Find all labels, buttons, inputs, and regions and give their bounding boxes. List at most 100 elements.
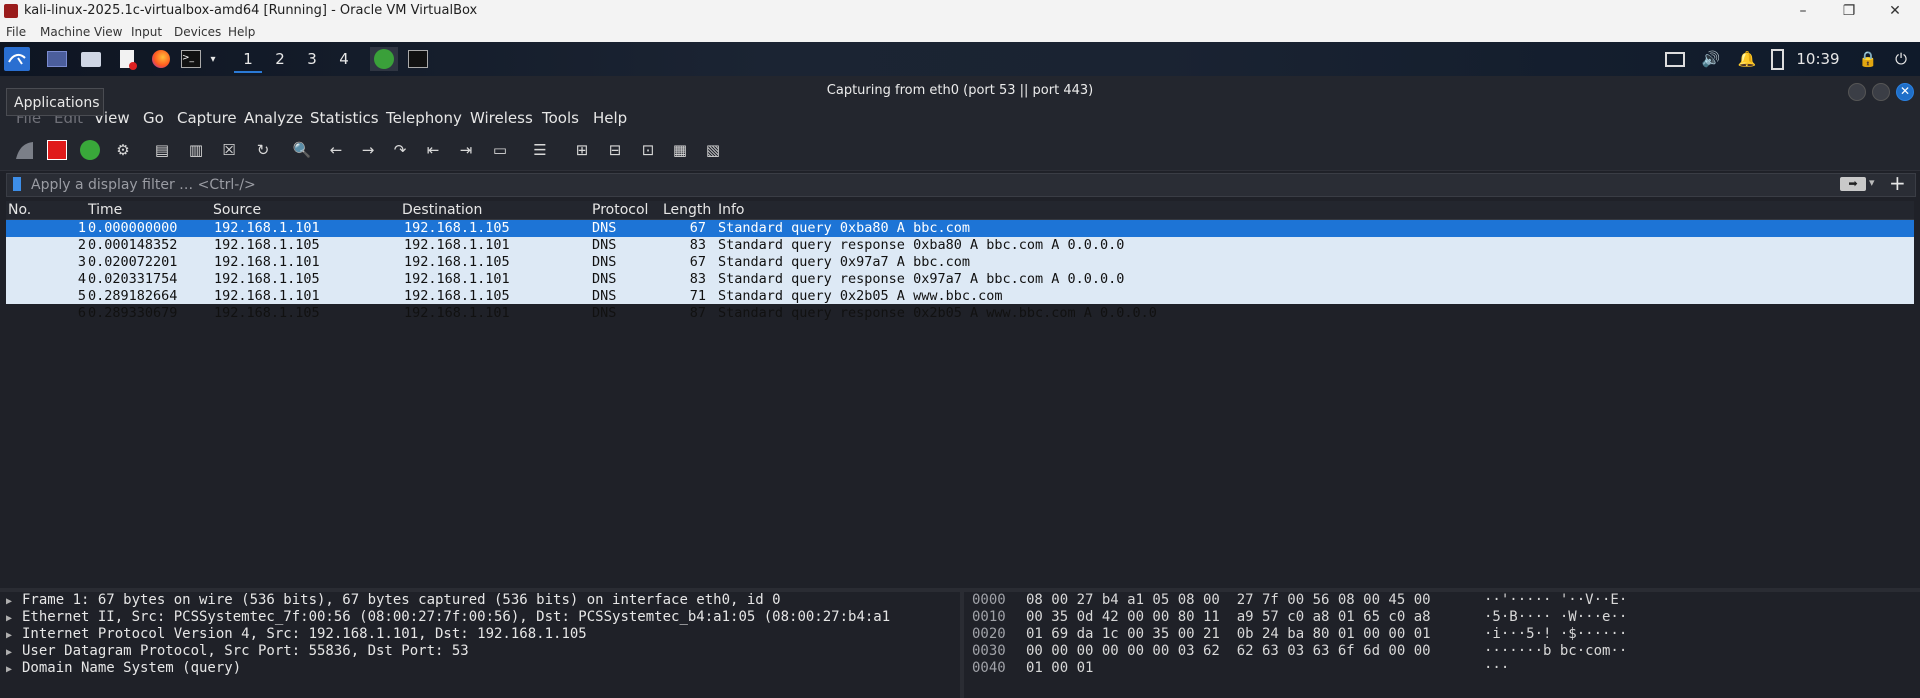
menu-telephony[interactable]: Telephony: [386, 109, 462, 127]
col-source[interactable]: Source: [213, 202, 261, 218]
menu-capture[interactable]: Capture: [177, 109, 237, 127]
detail-ethernet[interactable]: ▶ Ethernet II, Src: PCSSystemtec_7f:00:56…: [6, 609, 890, 625]
display-icon[interactable]: [1664, 47, 1686, 71]
hex-row[interactable]: 0010 00 35 0d 42 00 00 80 11 a9 57 c0 a8 …: [972, 609, 1627, 625]
clock[interactable]: 10:39: [1792, 47, 1844, 71]
find-packet-search-icon[interactable]: 🔍: [290, 138, 314, 162]
col-info[interactable]: Info: [718, 202, 745, 218]
close-button[interactable]: ✕: [1872, 0, 1918, 22]
col-time[interactable]: Time: [88, 202, 122, 218]
col-length[interactable]: Length: [663, 202, 711, 218]
hex-bytes: 08 00 27 b4 a1 05 08 00 27 7f 00 56 08 0…: [1026, 592, 1431, 608]
ws-maximize-button[interactable]: [1872, 83, 1890, 101]
cell-no: 4: [77, 271, 86, 287]
lock-icon[interactable]: 🔒: [1858, 47, 1878, 71]
detail-ipv4[interactable]: ▶ Internet Protocol Version 4, Src: 192.1…: [6, 626, 587, 642]
restore-button[interactable]: ❐: [1826, 0, 1872, 22]
colorize-icon[interactable]: ☰: [528, 138, 552, 162]
vbox-menu-input[interactable]: Input: [131, 25, 162, 39]
vbox-menu-help[interactable]: Help: [228, 25, 255, 39]
ws-close-button[interactable]: ✕: [1896, 83, 1914, 101]
menu-tools[interactable]: Tools: [542, 109, 579, 127]
menu-go[interactable]: Go: [143, 109, 164, 127]
apply-filter-arrow-icon[interactable]: ➡: [1840, 177, 1866, 191]
file-manager-icon[interactable]: [80, 47, 102, 71]
open-file-icon[interactable]: ▤: [150, 138, 174, 162]
zoom-in-icon[interactable]: ⊞: [570, 138, 594, 162]
workspace-4[interactable]: 4: [330, 47, 358, 71]
start-capture-fin-icon[interactable]: [12, 138, 36, 162]
menu-analyze[interactable]: Analyze: [244, 109, 303, 127]
volume-icon[interactable]: 🔊: [1700, 47, 1722, 71]
cell-info: Standard query 0x97a7 A bbc.com: [718, 254, 970, 270]
expand-triangle-icon[interactable]: ▶: [6, 630, 22, 641]
go-back-arrow-icon[interactable]: ←: [324, 138, 348, 162]
workspace-2[interactable]: 2: [266, 47, 294, 71]
hex-row[interactable]: 0040 01 00 01 ···: [972, 660, 1509, 676]
menu-statistics[interactable]: Statistics: [310, 109, 379, 127]
go-forward-arrow-icon[interactable]: →: [356, 138, 380, 162]
workspace-1[interactable]: 1: [234, 47, 262, 73]
wireshark-task-icon[interactable]: [370, 47, 398, 71]
battery-icon[interactable]: [1768, 47, 1786, 71]
firefox-icon[interactable]: [150, 47, 172, 71]
col-destination[interactable]: Destination: [402, 202, 482, 218]
chevron-down-icon[interactable]: ▾: [206, 47, 220, 71]
terminal-task-icon[interactable]: [406, 47, 430, 71]
zoom-out-icon[interactable]: ⊟: [603, 138, 627, 162]
expand-triangle-icon[interactable]: ▶: [6, 664, 22, 675]
workspace-3[interactable]: 3: [298, 47, 326, 71]
show-desktop-icon[interactable]: [46, 47, 68, 71]
capture-options-gear-icon[interactable]: ⚙: [111, 138, 135, 162]
close-file-icon[interactable]: ☒: [217, 138, 241, 162]
save-file-icon[interactable]: ▥: [184, 138, 208, 162]
stop-capture-icon[interactable]: [45, 138, 69, 162]
expand-triangle-icon[interactable]: ▶: [6, 613, 22, 624]
hex-row[interactable]: 0000 08 00 27 b4 a1 05 08 00 27 7f 00 56 …: [972, 592, 1627, 608]
detail-udp[interactable]: ▶ User Datagram Protocol, Src Port: 55836…: [6, 643, 469, 659]
vbox-menu-view[interactable]: View: [94, 25, 122, 39]
layout-icon[interactable]: ▧: [701, 138, 725, 162]
reload-file-icon[interactable]: ↻: [251, 138, 275, 162]
bytes-splitter[interactable]: [960, 592, 964, 698]
notification-bell-icon[interactable]: 🔔: [1736, 47, 1758, 71]
expand-triangle-icon[interactable]: ▶: [6, 596, 22, 607]
expand-triangle-icon[interactable]: ▶: [6, 647, 22, 658]
go-to-packet-icon[interactable]: ↷: [388, 138, 412, 162]
menu-help[interactable]: Help: [593, 109, 627, 127]
last-packet-icon[interactable]: ⇥: [454, 138, 478, 162]
table-row[interactable]: 5 0.289182664 192.168.1.101 192.168.1.105 DN…: [6, 288, 1914, 305]
display-filter-input[interactable]: [29, 175, 1813, 195]
kali-menu-icon[interactable]: [4, 47, 30, 71]
minimize-button[interactable]: –: [1780, 0, 1826, 22]
table-row[interactable]: 1 0.000000000 192.168.1.101 192.168.1.105 DN…: [6, 220, 1914, 237]
table-row[interactable]: 3 0.020072201 192.168.1.101 192.168.1.105 DN…: [6, 254, 1914, 271]
detail-dns[interactable]: ▶ Domain Name System (query): [6, 660, 241, 676]
normal-size-icon[interactable]: ⊡: [636, 138, 660, 162]
vbox-menu-file[interactable]: File: [6, 25, 26, 39]
hex-row[interactable]: 0020 01 69 da 1c 00 35 00 21 0b 24 ba 80 …: [972, 626, 1627, 642]
power-icon[interactable]: ⏻: [1890, 47, 1912, 71]
cell-protocol: DNS: [592, 288, 617, 304]
vbox-menu-machine[interactable]: Machine: [40, 25, 90, 39]
table-row[interactable]: 6 0.289330679 192.168.1.105 192.168.1.101 DN…: [6, 305, 1914, 322]
table-row[interactable]: 4 0.020331754 192.168.1.105 192.168.1.101 DN…: [6, 271, 1914, 288]
table-row[interactable]: 2 0.000148352 192.168.1.105 192.168.1.101 DN…: [6, 237, 1914, 254]
detail-frame[interactable]: ▶ Frame 1: 67 bytes on wire (536 bits), 6…: [6, 592, 781, 608]
hex-row[interactable]: 0030 00 00 00 00 00 00 03 62 62 63 03 63 …: [972, 643, 1627, 659]
ws-minimize-button[interactable]: [1848, 83, 1866, 101]
resize-columns-icon[interactable]: ▦: [668, 138, 692, 162]
restart-capture-icon[interactable]: [78, 138, 102, 162]
filter-history-chevron-icon[interactable]: ▾: [1869, 176, 1875, 189]
vbox-menu-devices[interactable]: Devices: [174, 25, 221, 39]
col-no[interactable]: No.: [8, 202, 31, 218]
col-protocol[interactable]: Protocol: [592, 202, 648, 218]
menu-wireless[interactable]: Wireless: [470, 109, 533, 127]
bookmark-icon[interactable]: [13, 177, 21, 191]
text-editor-icon[interactable]: [116, 47, 138, 71]
cell-protocol: DNS: [592, 237, 617, 253]
autoscroll-icon[interactable]: ▭: [488, 138, 512, 162]
add-filter-button[interactable]: +: [1889, 171, 1906, 195]
first-packet-icon[interactable]: ⇤: [421, 138, 445, 162]
terminal-icon[interactable]: >_: [180, 47, 202, 71]
